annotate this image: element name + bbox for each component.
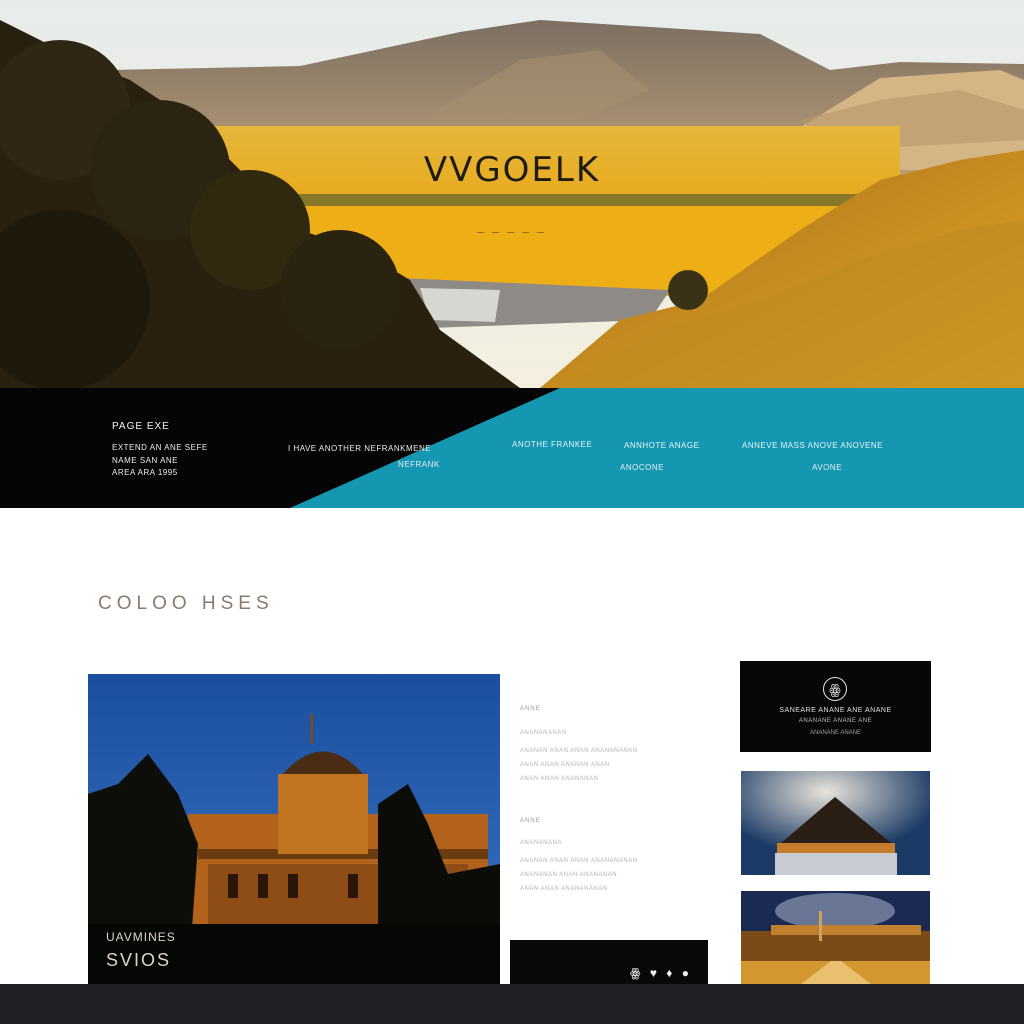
info-band: PAGE EXE EXTEND AN ANE SEFE NAME SAN ANE… bbox=[0, 388, 1024, 508]
brand-card-text: ANANANE ANANE bbox=[809, 730, 861, 736]
nav-sublabel: ANOCONE bbox=[620, 463, 664, 472]
band-info-line: AREA ARA 1995 bbox=[112, 468, 178, 477]
article-text-line: ANANAN ANAN ANAN ANANANANAN bbox=[520, 858, 638, 864]
brand-card-text: ANANANE ANANE ANE bbox=[798, 718, 873, 724]
footer-bar bbox=[0, 984, 1024, 1024]
nav-link-2[interactable]: ANNHOTE ANAGE bbox=[624, 441, 699, 450]
photo-caption-small: UAVMINES bbox=[106, 930, 176, 944]
article-text-line: ANAN ANAN ANANANANAN bbox=[520, 886, 608, 892]
hero-landscape-image bbox=[0, 0, 1024, 388]
nav-link-3[interactable]: ANNEVE MASS ANOVE ANOVENE bbox=[742, 441, 883, 450]
hero-subtitle: — — — — — bbox=[477, 229, 547, 236]
brand-card-title: SANEARE ANANE ANE ANANE bbox=[779, 707, 892, 714]
thumbnail-dome[interactable] bbox=[741, 771, 930, 875]
article-heading: ANANANANAN bbox=[520, 730, 567, 736]
article-label: ANNE bbox=[520, 706, 541, 712]
social-icons[interactable]: ꙮ ♥ ♦ ● bbox=[630, 966, 692, 980]
dome-image bbox=[741, 771, 930, 875]
nav-sublabel: AVONE bbox=[812, 463, 842, 472]
article-text-line: ANANANAN ANAN ANANANAN bbox=[520, 872, 618, 878]
band-heading: PAGE EXE bbox=[112, 421, 170, 432]
band-mid-text: I HAVE ANOTHER NEFRANKMENE bbox=[288, 444, 432, 453]
hero-banner: VVGOELK — — — — — bbox=[0, 0, 1024, 388]
band-info-line: EXTEND AN ANE SEFE bbox=[112, 443, 208, 452]
brand-logo-icon: ꙮ bbox=[823, 677, 847, 701]
brand-card[interactable]: ꙮ SANEARE ANANE ANE ANANE ANANANE ANANE … bbox=[740, 661, 931, 752]
section-title: COLOO HSES bbox=[98, 593, 274, 614]
social-bar: ꙮ ♥ ♦ ● bbox=[510, 940, 708, 984]
featured-photo[interactable]: UAVMINES SVIOS bbox=[88, 674, 500, 984]
article-label: ANNE bbox=[520, 818, 541, 824]
article-heading: ANANANANA bbox=[520, 840, 562, 846]
photo-caption-large: SVIOS bbox=[106, 950, 172, 970]
station-image bbox=[741, 891, 930, 984]
article-text-line: ANAN ANAN ANANANAN bbox=[520, 776, 599, 782]
article-text-line: ANAN ANAN ANANAN ANAN bbox=[520, 762, 610, 768]
band-mid-subtext: NEFRANK bbox=[398, 460, 440, 469]
hero-title: VVGOELK bbox=[423, 150, 601, 190]
nav-link-1[interactable]: ANOTHE FRANKEE bbox=[512, 440, 592, 449]
band-info-line: NAME SAN ANE bbox=[112, 456, 179, 465]
thumbnail-station[interactable] bbox=[741, 891, 930, 984]
article-text-line: ANANAN ANAN ANAN ANANANANAN bbox=[520, 748, 638, 754]
